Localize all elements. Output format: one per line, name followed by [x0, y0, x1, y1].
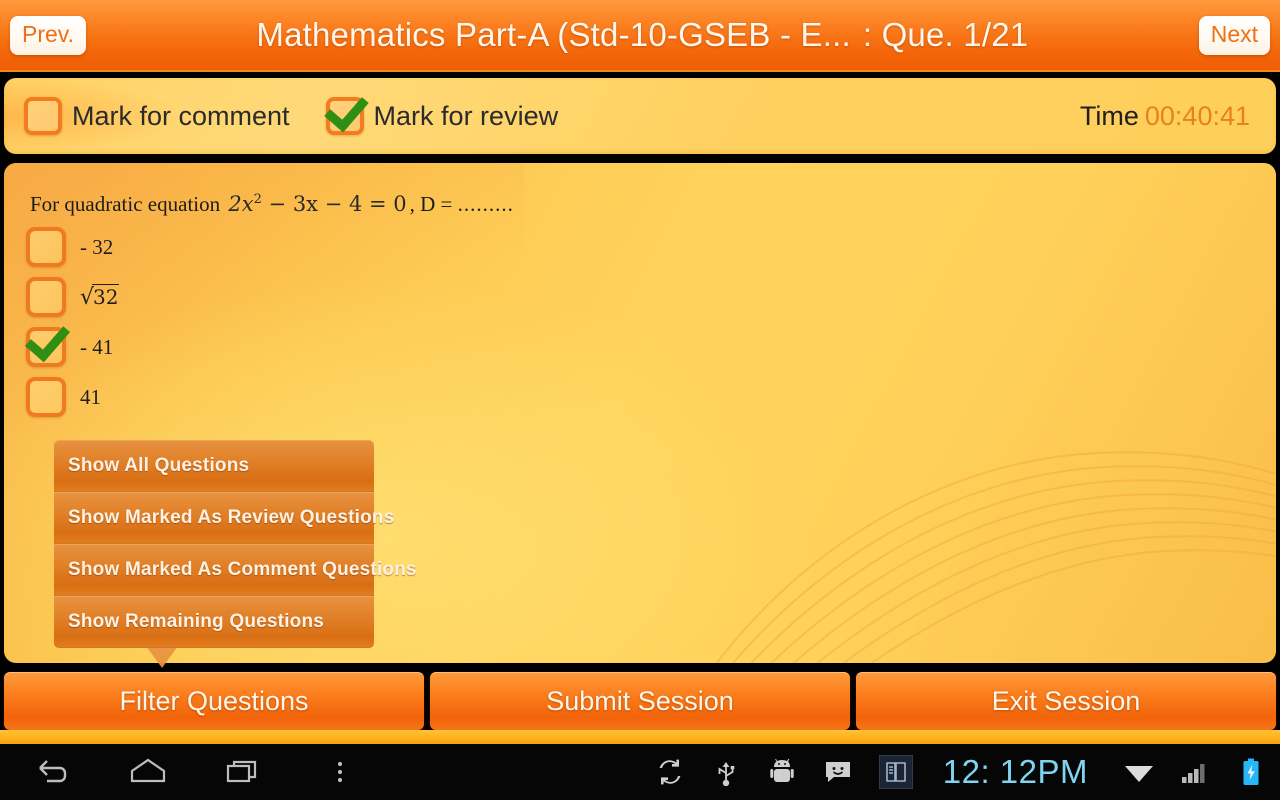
mark-for-comment-control[interactable]: Mark for comment [24, 97, 290, 135]
time-value: 00:40:41 [1144, 100, 1250, 131]
android-system-bar: 12: 12PM [0, 744, 1280, 800]
android-nav-buttons [32, 752, 360, 792]
timer: Time 00:40:41 [1080, 101, 1250, 132]
answer-option-3[interactable]: - 41 [26, 322, 119, 372]
answer-option-4-label: 41 [80, 384, 101, 409]
app-icon [878, 755, 913, 789]
question-suffix: , D = [409, 192, 453, 216]
question-expression: 2x2 − 3x − 4 = 0 [228, 192, 407, 216]
question-blank-dots: ......... [457, 192, 514, 216]
question-text: For quadratic equation 2x2 − 3x − 4 = 0,… [30, 192, 514, 217]
menu-item-show-marked-as-review[interactable]: Show Marked As Review Questions [54, 492, 394, 544]
system-clock: 12: 12PM [942, 753, 1088, 790]
answer-option-1[interactable]: - 32 [26, 222, 119, 272]
answer-option-1-label: - 32 [80, 234, 114, 259]
android-status-icons: 12: 12PM [655, 753, 1266, 791]
mark-for-review-label: Mark for review [373, 100, 559, 131]
mark-for-review-checkbox[interactable] [325, 97, 364, 135]
answer-option-2-checkbox[interactable] [26, 277, 66, 317]
home-icon[interactable] [128, 752, 168, 792]
exam-app-screen: Prev. Mathematics Part-A (Std-10-GSEB - … [0, 0, 1280, 800]
question-prefix: For quadratic equation [30, 192, 221, 216]
menu-item-show-marked-as-comment[interactable]: Show Marked As Comment Questions [54, 544, 417, 596]
signal-icon [1180, 757, 1210, 787]
wifi-icon [1124, 757, 1154, 787]
filter-questions-popup-menu: Show All Questions Show Marked As Review… [54, 440, 417, 648]
time-label: Time [1079, 100, 1139, 131]
android-debug-icon [767, 757, 797, 787]
mark-for-comment-checkbox[interactable] [24, 97, 62, 135]
page-title: Mathematics Part-A (Std-10-GSEB - E... : … [96, 16, 1189, 54]
answer-options-list: - 32 √32 - 41 41 [26, 222, 120, 422]
submit-session-button[interactable]: Submit Session [430, 672, 850, 730]
question-counter: : Que. 1/21 [862, 16, 1029, 53]
answer-option-3-label: - 41 [80, 334, 114, 359]
answer-option-2[interactable]: √32 [26, 272, 120, 322]
answer-option-3-checkbox[interactable] [26, 327, 66, 367]
answer-option-1-checkbox[interactable] [26, 227, 66, 267]
sms-icon [823, 757, 853, 787]
action-button-bar: Filter Questions Submit Session Exit Ses… [0, 672, 1280, 730]
exit-session-button[interactable]: Exit Session [856, 672, 1276, 730]
decorative-swirl-lines [715, 451, 1276, 663]
sync-icon [655, 757, 685, 787]
mark-for-review-control[interactable]: Mark for review [325, 97, 559, 135]
bottom-accent-strip [0, 730, 1280, 744]
back-icon[interactable] [32, 752, 72, 792]
square-root-glyph: √32 [80, 283, 120, 310]
overflow-menu-icon[interactable] [320, 752, 360, 792]
exam-title-text: Mathematics Part-A (Std-10-GSEB - E... [256, 16, 851, 53]
popup-arrow-icon [146, 646, 178, 668]
battery-charging-icon [1236, 757, 1266, 787]
answer-option-4-checkbox[interactable] [26, 377, 66, 417]
filter-questions-button[interactable]: Filter Questions [4, 672, 424, 730]
next-button[interactable]: Next [1198, 15, 1270, 55]
mark-bar: Mark for comment Mark for review Time 00:… [4, 78, 1276, 154]
menu-item-show-remaining-questions[interactable]: Show Remaining Questions [54, 596, 374, 648]
menu-item-show-all-questions[interactable]: Show All Questions [54, 440, 374, 492]
recents-icon[interactable] [224, 752, 264, 792]
answer-option-2-label: √32 [80, 283, 120, 310]
prev-button[interactable]: Prev. [10, 15, 86, 55]
top-header-bar: Prev. Mathematics Part-A (Std-10-GSEB - … [0, 0, 1280, 72]
mark-for-comment-label: Mark for comment [72, 100, 290, 131]
answer-option-4[interactable]: 41 [26, 372, 119, 422]
usb-icon [711, 757, 741, 787]
